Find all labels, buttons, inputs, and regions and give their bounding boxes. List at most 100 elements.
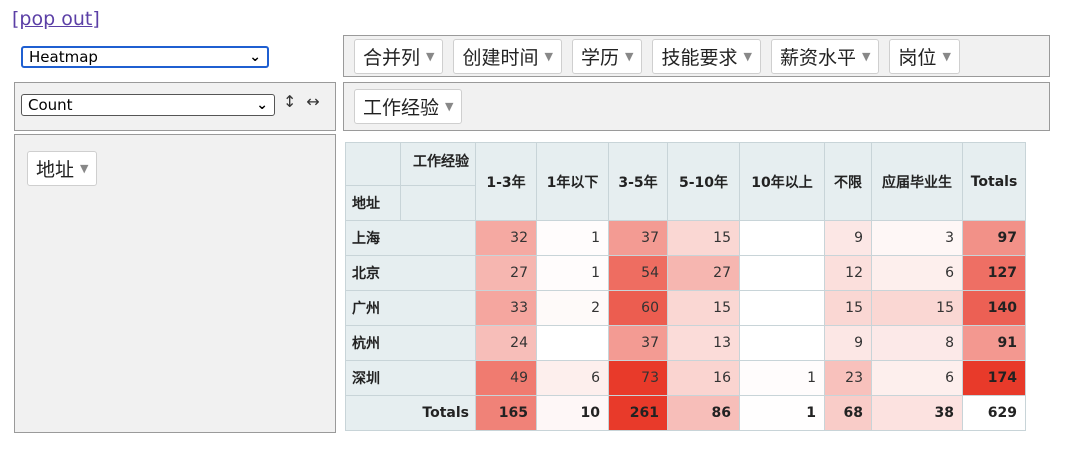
column-header: 10年以上: [739, 142, 825, 221]
col-order-icon[interactable]: ↔: [306, 92, 319, 111]
aggregator-select[interactable]: Count ⌄: [21, 94, 275, 116]
pivot-cell: 37: [608, 220, 668, 256]
attribute-label: 技能要求: [661, 46, 738, 69]
attribute-label: 薪资水平: [779, 46, 856, 69]
row-label: 上海: [345, 220, 476, 256]
attribute-pill[interactable]: 技能要求 ▼: [652, 38, 761, 74]
dropdown-triangle-icon[interactable]: ▼: [862, 50, 870, 63]
pivot-cell: 60: [608, 290, 668, 326]
pivot-cell: 16: [667, 360, 740, 396]
column-header: 1-3年: [475, 142, 537, 221]
table-row: 上海 32 1 37 15 9 3 97: [345, 220, 1026, 256]
attribute-pill[interactable]: 合并列 ▼: [354, 38, 444, 74]
pivot-cell: 9: [824, 325, 872, 361]
renderer-select[interactable]: Heatmap ⌄: [21, 46, 269, 68]
pivot-cell: 12: [824, 255, 872, 291]
grand-total-cell: 629: [962, 395, 1026, 431]
pivot-cell: 37: [608, 325, 668, 361]
pivot-cell: 2: [536, 290, 609, 326]
chevron-down-icon: ⌄: [249, 49, 261, 65]
dropdown-triangle-icon[interactable]: ▼: [445, 100, 453, 113]
column-attribute-pill[interactable]: 工作经验 ▼: [354, 89, 463, 124]
pivot-cell: 3: [871, 220, 963, 256]
pivot-cell: 15: [667, 290, 740, 326]
table-row: 深圳 49 6 73 16 1 23 6 174: [345, 360, 1026, 396]
row-total-cell: 174: [962, 360, 1026, 396]
column-header: 应届毕业生: [871, 142, 963, 221]
pop-out-link[interactable]: [pop out]: [12, 8, 100, 30]
pivot-cell: 6: [536, 360, 609, 396]
column-total-cell: 1: [739, 395, 825, 431]
row-total-cell: 140: [962, 290, 1026, 326]
column-attributes-area: 工作经验 ▼: [343, 82, 1050, 131]
totals-column-header: Totals: [962, 142, 1026, 221]
dropdown-triangle-icon[interactable]: ▼: [942, 50, 950, 63]
attribute-pill[interactable]: 创建时间 ▼: [453, 38, 562, 74]
pivot-cell: [739, 325, 825, 361]
column-total-cell: 38: [871, 395, 963, 431]
pivot-cell: 8: [871, 325, 963, 361]
unused-attributes-area: 合并列 ▼ 创建时间 ▼ 学历 ▼ 技能要求 ▼ 薪资水平 ▼ 岗位 ▼: [343, 35, 1050, 77]
pivot-cell: 6: [871, 360, 963, 396]
row-total-cell: 97: [962, 220, 1026, 256]
pivot-cell: [536, 325, 609, 361]
column-header: 1年以下: [536, 142, 609, 221]
pivot-corner-cell: [345, 142, 401, 186]
column-header: 3-5年: [608, 142, 668, 221]
pivot-cell: 1: [536, 255, 609, 291]
pivot-cell: 24: [475, 325, 537, 361]
dropdown-triangle-icon[interactable]: ▼: [80, 162, 88, 175]
pivot-cell: 27: [475, 255, 537, 291]
pivot-cell: 15: [824, 290, 872, 326]
column-header: 不限: [824, 142, 872, 221]
column-attribute-label: 工作经验: [400, 142, 476, 186]
column-total-cell: 86: [667, 395, 740, 431]
row-order-icon[interactable]: ↕: [283, 92, 296, 111]
row-attribute-pill[interactable]: 地址 ▼: [27, 151, 98, 186]
pivot-cell: 54: [608, 255, 668, 291]
row-total-cell: 91: [962, 325, 1026, 361]
pivot-cell: [739, 220, 825, 256]
attribute-label: 地址: [36, 159, 75, 181]
pivot-cell: 1: [739, 360, 825, 396]
pivot-cell: 15: [667, 220, 740, 256]
attribute-label: 学历: [580, 46, 619, 69]
table-row: 广州 33 2 60 15 15 15 140: [345, 290, 1026, 326]
attribute-label: 岗位: [898, 46, 937, 69]
attribute-pill[interactable]: 学历 ▼: [571, 38, 643, 74]
column-total-cell: 68: [824, 395, 872, 431]
column-header: 5-10年: [667, 142, 740, 221]
attribute-label: 合并列: [363, 46, 421, 69]
pivot-cell: 27: [667, 255, 740, 291]
dropdown-triangle-icon[interactable]: ▼: [426, 50, 434, 63]
pivot-cell: 73: [608, 360, 668, 396]
renderer-select-value: Heatmap: [29, 48, 98, 66]
pivot-cell: 9: [824, 220, 872, 256]
pivot-spacer-cell: [400, 185, 476, 221]
row-attributes-area: 地址 ▼: [14, 134, 336, 433]
row-total-cell: 127: [962, 255, 1026, 291]
column-total-cell: 165: [475, 395, 537, 431]
column-total-cell: 10: [536, 395, 609, 431]
attribute-pill[interactable]: 岗位 ▼: [889, 38, 960, 74]
aggregator-select-value: Count: [28, 96, 73, 114]
chevron-down-icon: ⌄: [256, 97, 268, 113]
table-row: 北京 27 1 54 27 12 6 127: [345, 255, 1026, 291]
attribute-pill[interactable]: 薪资水平 ▼: [770, 38, 880, 74]
pivot-table: 工作经验 1-3年 1年以下 3-5年 5-10年 10年以上 不限 应届毕业生 Totals 地…: [345, 142, 1026, 431]
totals-row-label: Totals: [345, 395, 476, 431]
attribute-label: 工作经验: [363, 97, 440, 119]
table-row: 杭州 24 37 13 9 8 91: [345, 325, 1026, 361]
column-total-cell: 261: [608, 395, 668, 431]
pivot-cell: 1: [536, 220, 609, 256]
pivot-cell: 6: [871, 255, 963, 291]
dropdown-triangle-icon[interactable]: ▼: [743, 50, 751, 63]
row-label: 广州: [345, 290, 476, 326]
dropdown-triangle-icon[interactable]: ▼: [545, 50, 553, 63]
row-label: 杭州: [345, 325, 476, 361]
pivot-cell: 33: [475, 290, 537, 326]
dropdown-triangle-icon[interactable]: ▼: [625, 50, 633, 63]
pivot-cell: 49: [475, 360, 537, 396]
pivot-cell: 23: [824, 360, 872, 396]
pivot-cell: 13: [667, 325, 740, 361]
